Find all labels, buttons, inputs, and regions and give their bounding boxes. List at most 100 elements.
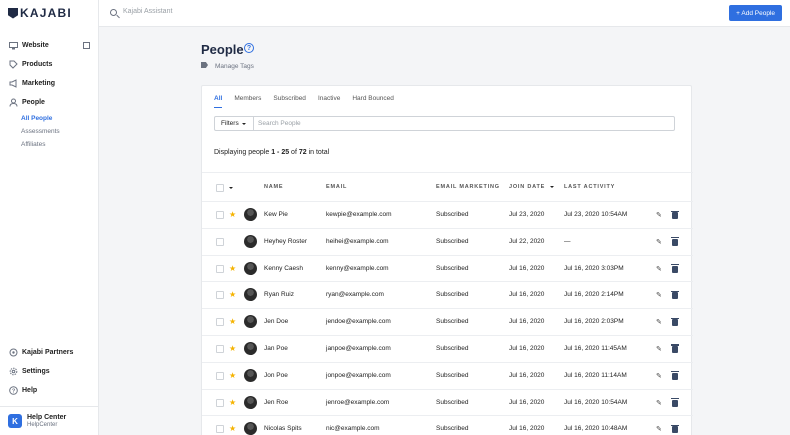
avatar: [244, 208, 257, 221]
sidebar-subitem-assessments[interactable]: Assessments: [0, 125, 99, 138]
last-activity: Jul 16, 2020 10:48AM: [564, 425, 628, 433]
filters-dropdown[interactable]: Filters: [215, 117, 254, 130]
edit-pencil-icon[interactable]: ✎: [656, 266, 663, 273]
table-row[interactable]: ★ Jan Poe janpoe@example.com Subscribed Jul …: [202, 336, 693, 363]
table-row[interactable]: ★ Jon Poe jonpoe@example.com Subscribed Jul …: [202, 363, 693, 390]
table-row[interactable]: Heyhey Roster heihei@example.com Subscribe…: [202, 229, 693, 256]
help-center-account[interactable]: K Help Center HelpCenter: [0, 406, 99, 435]
sidebar-item-marketing[interactable]: Marketing: [0, 74, 99, 93]
person-name[interactable]: Jen Roe: [264, 399, 288, 406]
search-people-input[interactable]: Search People: [254, 117, 301, 130]
select-all-checkbox[interactable]: [216, 184, 224, 192]
chevron-down-icon[interactable]: [229, 187, 233, 189]
table-row[interactable]: ★ Jen Doe jendoe@example.com Subscribed Jul …: [202, 309, 693, 336]
column-join-date[interactable]: JOIN DATE: [509, 184, 555, 190]
sidebar-item-people[interactable]: People: [0, 93, 99, 112]
person-name[interactable]: Kenny Caesh: [264, 265, 303, 272]
sidebar-item-help[interactable]: ? Help: [0, 381, 99, 400]
star-icon[interactable]: ★: [229, 344, 236, 353]
tab-members[interactable]: Members: [234, 95, 261, 108]
help-center-subtitle: HelpCenter: [27, 422, 58, 428]
delete-trash-icon[interactable]: [671, 344, 679, 353]
row-checkbox[interactable]: [216, 237, 224, 246]
row-checkbox[interactable]: [216, 211, 224, 219]
edit-pencil-icon[interactable]: ✎: [656, 346, 663, 353]
person-name[interactable]: Jon Poe: [264, 372, 288, 379]
table-row[interactable]: ★ Kew Pie kewpie@example.com Subscribed Jul …: [202, 202, 693, 229]
row-checkbox[interactable]: [216, 398, 224, 407]
star-icon[interactable]: ★: [229, 317, 236, 326]
edit-pencil-icon[interactable]: ✎: [656, 212, 663, 219]
delete-trash-icon[interactable]: [671, 237, 679, 246]
delete-trash-icon[interactable]: [671, 371, 679, 380]
star-icon[interactable]: ★: [229, 424, 236, 433]
edit-pencil-icon[interactable]: ✎: [656, 400, 663, 407]
table-body: ★ Kew Pie kewpie@example.com Subscribed Jul …: [202, 202, 693, 435]
delete-trash-icon[interactable]: [671, 264, 679, 273]
manage-tags-link[interactable]: Manage Tags: [215, 63, 254, 70]
table-row[interactable]: ★ Ryan Ruiz ryan@example.com Subscribed Jul …: [202, 282, 693, 310]
join-date: Jul 16, 2020: [509, 344, 545, 352]
edit-pencil-icon[interactable]: ✎: [656, 319, 663, 326]
star-icon[interactable]: ★: [229, 371, 236, 380]
delete-trash-icon[interactable]: [671, 290, 679, 300]
sidebar-item-settings[interactable]: Settings: [0, 362, 99, 381]
tab-all[interactable]: All: [214, 95, 223, 108]
tab-subscribed[interactable]: Subscribed: [273, 95, 306, 108]
sidebar-item-kajabi-partners[interactable]: Kajabi Partners: [0, 343, 99, 362]
email-marketing-status: Subscribed: [436, 425, 469, 433]
edit-pencil-icon[interactable]: ✎: [656, 426, 663, 433]
sidebar: KAJABI Website Products Marketing People…: [0, 0, 99, 435]
star-icon[interactable]: ★: [229, 398, 236, 407]
star-icon[interactable]: ★: [229, 290, 236, 299]
row-checkbox[interactable]: [216, 291, 224, 300]
delete-trash-icon[interactable]: [671, 210, 679, 219]
sidebar-bottom-nav: Kajabi Partners Settings ? Help: [0, 343, 99, 400]
table-row[interactable]: ★ Jen Roe jenroe@example.com Subscribed Jul …: [202, 390, 693, 417]
external-link-icon[interactable]: [83, 42, 90, 49]
star-icon[interactable]: ★: [229, 210, 236, 219]
delete-trash-icon[interactable]: [671, 424, 679, 434]
star-icon[interactable]: ★: [229, 264, 236, 273]
help-question-icon[interactable]: ?: [244, 43, 254, 53]
row-checkbox[interactable]: [216, 264, 224, 273]
join-date: Jul 16, 2020: [509, 318, 545, 326]
person-name[interactable]: Kew Pie: [264, 211, 288, 218]
edit-pencil-icon[interactable]: ✎: [656, 292, 663, 299]
sidebar-item-website[interactable]: Website: [0, 36, 99, 55]
column-last-activity: LAST ACTIVITY: [564, 184, 616, 190]
person-name[interactable]: Heyhey Roster: [264, 238, 307, 245]
edit-pencil-icon[interactable]: ✎: [656, 239, 663, 246]
kajabi-assistant-input[interactable]: Kajabi Assistant: [123, 8, 172, 15]
chevron-down-icon: [241, 122, 246, 125]
results-suffix: in total: [306, 149, 330, 156]
kajabi-logo[interactable]: KAJABI: [8, 6, 72, 20]
table-header: NAME EMAIL EMAIL MARKETING JOIN DATE LAS…: [202, 172, 693, 202]
person-email: kewpie@example.com: [326, 211, 392, 218]
row-checkbox[interactable]: [216, 425, 224, 434]
table-row[interactable]: ★ Nicolas Spits nic@example.com Subscribed J…: [202, 416, 693, 435]
person-name[interactable]: Ryan Ruiz: [264, 291, 294, 298]
help-center-text: Help Center HelpCenter: [27, 414, 66, 428]
row-checkbox[interactable]: [216, 344, 224, 353]
delete-trash-icon[interactable]: [671, 317, 679, 327]
sidebar-subitem-affiliates[interactable]: Affiliates: [0, 138, 99, 151]
tab-hard-bounced[interactable]: Hard Bounced: [352, 95, 394, 108]
people-tabs: All Members Subscribed Inactive Hard Bou…: [214, 95, 394, 108]
person-name[interactable]: Nicolas Spits: [264, 425, 302, 432]
person-name[interactable]: Jen Doe: [264, 318, 288, 325]
edit-pencil-icon[interactable]: ✎: [656, 373, 663, 380]
person-name[interactable]: Jan Poe: [264, 345, 288, 352]
results-count: Displaying people 1 - 25 of 72 in total: [214, 149, 329, 156]
person-email: jenroe@example.com: [326, 398, 390, 406]
table-row[interactable]: ★ Kenny Caesh kenny@example.com Subscribed J…: [202, 256, 693, 283]
add-people-button[interactable]: + Add People: [729, 5, 782, 21]
row-checkbox[interactable]: [216, 318, 224, 327]
sidebar-item-products[interactable]: Products: [0, 55, 99, 74]
sidebar-subitem-all-people[interactable]: All People: [0, 112, 99, 125]
row-checkbox[interactable]: [216, 371, 224, 380]
sidebar-item-label: Settings: [22, 368, 50, 375]
tab-inactive[interactable]: Inactive: [318, 95, 340, 108]
person-email: heihei@example.com: [326, 237, 389, 245]
delete-trash-icon[interactable]: [671, 398, 679, 407]
